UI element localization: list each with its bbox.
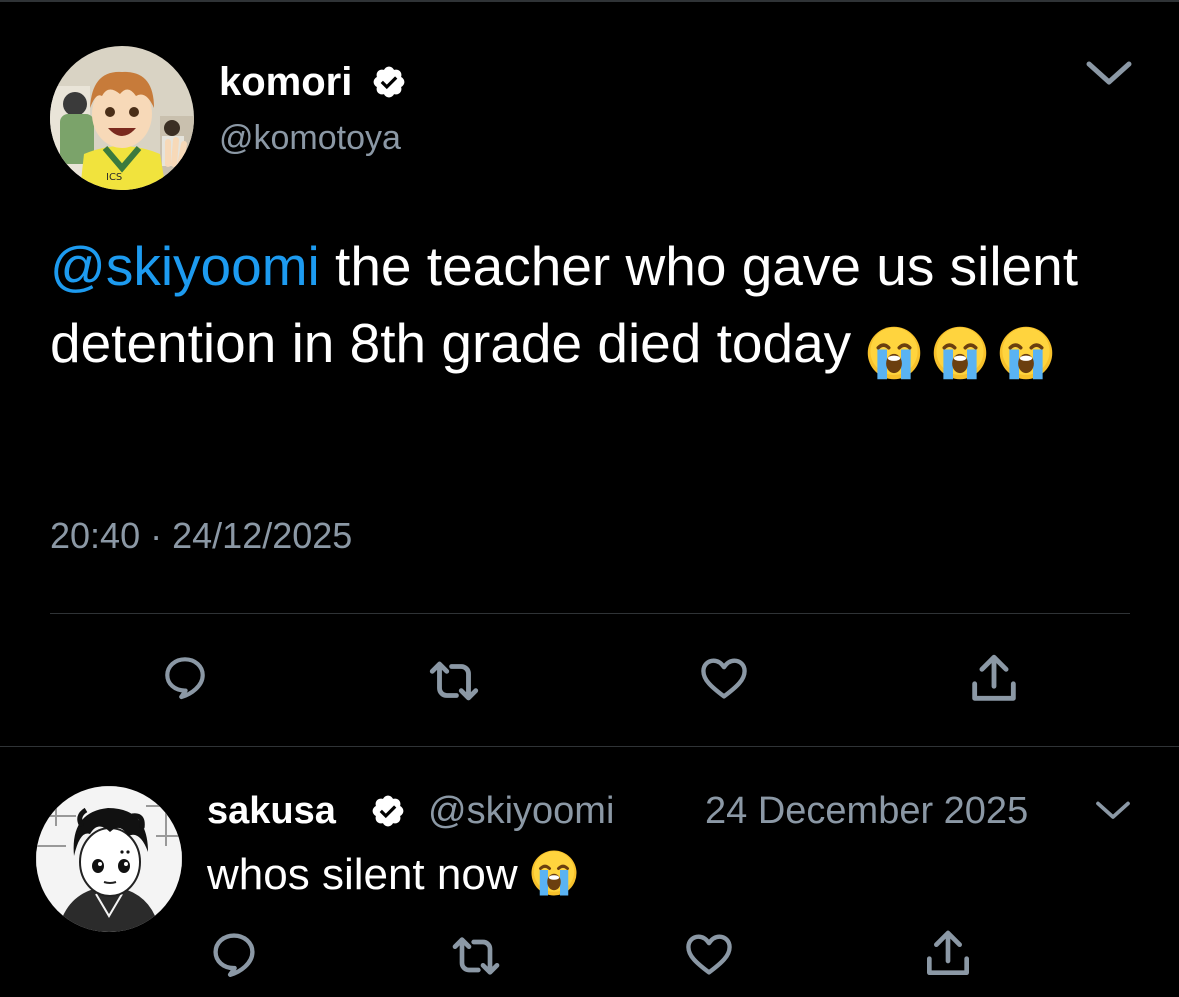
tweet-date[interactable]: 24 December 2025 — [705, 790, 1028, 833]
tweet-time: 20:40 — [50, 515, 141, 556]
avatar-illustration — [36, 786, 182, 932]
avatar-illustration: ICS — [50, 46, 194, 190]
tweet-date: 24/12/2025 — [172, 515, 353, 556]
mention-link[interactable]: @skiyoomi — [50, 235, 320, 297]
loudly-crying-face-emoji-icon — [866, 325, 922, 381]
display-name[interactable]: komori — [219, 60, 352, 105]
section-divider — [0, 746, 1179, 747]
verified-badge-icon — [370, 793, 406, 829]
avatar[interactable]: ICS — [50, 46, 194, 190]
chevron-down-icon[interactable] — [1085, 58, 1133, 90]
reply-icon[interactable] — [208, 928, 260, 980]
retweet-icon[interactable] — [425, 652, 483, 710]
handle[interactable]: @skiyoomi — [428, 790, 614, 833]
loudly-crying-face-emoji-icon — [998, 325, 1054, 381]
share-icon[interactable] — [965, 650, 1023, 708]
share-icon[interactable] — [920, 926, 976, 982]
tweet-text: whos silent now — [207, 848, 588, 902]
tweet-timestamp[interactable]: 20:40 · 24/12/2025 — [50, 515, 352, 557]
emoji-group — [866, 311, 1064, 388]
retweet-icon[interactable] — [448, 928, 504, 984]
handle[interactable]: @komotoya — [219, 119, 401, 158]
loudly-crying-face-emoji-icon — [932, 325, 988, 381]
avatar[interactable] — [36, 786, 182, 932]
divider — [50, 613, 1130, 614]
svg-text:ICS: ICS — [106, 172, 122, 183]
loudly-crying-face-emoji-icon — [530, 849, 578, 897]
display-name[interactable]: sakusa — [207, 790, 336, 833]
like-icon[interactable] — [683, 928, 735, 980]
tweet-text: @skiyoomi the teacher who gave us silent… — [50, 228, 1140, 388]
like-icon[interactable] — [698, 652, 750, 704]
chevron-down-icon[interactable] — [1095, 799, 1131, 823]
reply-icon[interactable] — [160, 652, 210, 702]
meta-separator: · — [150, 515, 163, 556]
verified-badge-icon — [371, 64, 407, 100]
top-border — [0, 0, 1179, 2]
tweet-text-content: whos silent now — [207, 850, 530, 899]
